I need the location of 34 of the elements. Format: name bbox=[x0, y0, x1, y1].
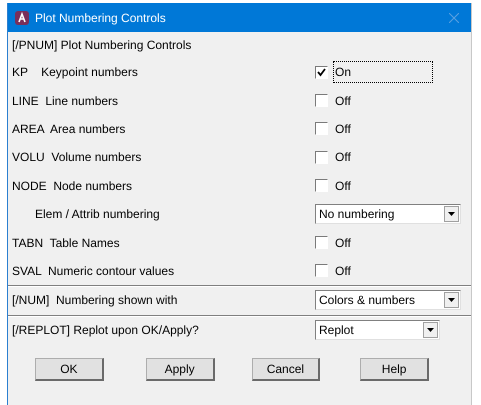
dialog-button[interactable]: Help bbox=[360, 358, 429, 381]
checkbox[interactable] bbox=[315, 264, 328, 278]
checkbox-label[interactable]: Off bbox=[333, 90, 353, 111]
dialog-button[interactable]: Cancel bbox=[252, 358, 320, 381]
checkbox[interactable] bbox=[315, 94, 328, 108]
field-label: LINE Line numbers bbox=[11, 94, 120, 108]
dropdown[interactable]: Replot bbox=[315, 320, 440, 340]
field-label: [/REPLOT] Replot upon OK/Apply? bbox=[11, 322, 200, 337]
field-label: KP Keypoint numbers bbox=[11, 65, 139, 80]
field-label: VOLU Volume numbers bbox=[11, 150, 142, 164]
checkbox-label[interactable]: On bbox=[333, 61, 433, 84]
dropdown[interactable]: Colors & numbers bbox=[315, 290, 461, 310]
checkbox-label[interactable]: Off bbox=[333, 232, 353, 253]
checkbox[interactable] bbox=[315, 122, 328, 136]
dialog-button[interactable]: Apply bbox=[146, 358, 214, 381]
checkbox[interactable] bbox=[315, 66, 328, 79]
checkbox-label[interactable]: Off bbox=[333, 260, 353, 281]
field-label: Elem / Attrib numbering bbox=[34, 207, 161, 222]
window-title: Plot Numbering Controls bbox=[35, 10, 167, 24]
field-label: TABN Table Names bbox=[11, 236, 121, 250]
checkbox[interactable] bbox=[315, 179, 328, 192]
field-label: SVAL Numeric contour values bbox=[11, 264, 176, 278]
field-label: [/NUM] Numbering shown with bbox=[11, 293, 178, 308]
dropdown[interactable]: No numbering bbox=[315, 204, 461, 224]
field-label: NODE Node numbers bbox=[11, 178, 134, 193]
checkbox-label[interactable]: Off bbox=[333, 118, 353, 139]
app-icon bbox=[15, 10, 29, 24]
checkbox[interactable] bbox=[315, 150, 328, 164]
checkbox-label[interactable]: Off bbox=[333, 176, 353, 196]
checkbox[interactable] bbox=[315, 236, 328, 250]
field-label: AREA Area numbers bbox=[11, 122, 126, 136]
section-heading: [/PNUM] Plot Numbering Controls bbox=[11, 37, 192, 54]
dialog-button[interactable]: OK bbox=[35, 358, 104, 381]
checkbox-label[interactable]: Off bbox=[333, 147, 353, 168]
